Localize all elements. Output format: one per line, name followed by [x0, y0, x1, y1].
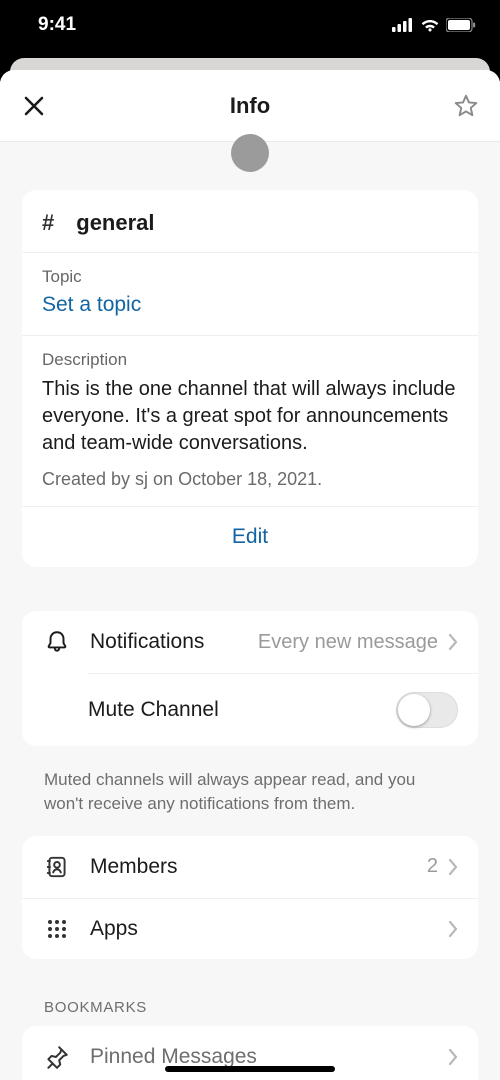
members-icon: [42, 854, 72, 880]
members-count: 2: [427, 855, 438, 878]
home-indicator[interactable]: [165, 1066, 335, 1072]
topic-label: Topic: [42, 267, 458, 287]
star-icon: [453, 93, 479, 119]
members-row[interactable]: Members 2: [22, 836, 478, 898]
touch-indicator: [231, 134, 269, 172]
sheet-header: Info: [0, 70, 500, 142]
notifications-row[interactable]: Notifications Every new message: [22, 611, 478, 673]
mute-label: Mute Channel: [88, 698, 219, 722]
edit-row[interactable]: Edit: [22, 507, 478, 567]
channel-name: general: [76, 210, 154, 236]
cellular-icon: [392, 18, 414, 32]
status-time: 9:41: [38, 14, 76, 36]
apps-label: Apps: [90, 917, 138, 941]
chevron-right-icon: [448, 633, 458, 651]
chevron-right-icon: [448, 920, 458, 938]
channel-name-row[interactable]: # general: [22, 190, 478, 253]
close-button[interactable]: [18, 90, 50, 122]
status-indicators: [392, 18, 476, 32]
set-topic-link[interactable]: Set a topic: [42, 293, 458, 317]
pin-icon: [42, 1044, 72, 1070]
content-area: # general Topic Set a topic Description …: [0, 142, 500, 1080]
notifications-value: Every new message: [258, 631, 438, 654]
description-text: This is the one channel that will always…: [42, 376, 458, 457]
muted-help-text: Muted channels will always appear read, …: [22, 758, 478, 836]
description-block: Description This is the one channel that…: [22, 336, 478, 507]
chevron-right-icon: [448, 1048, 458, 1066]
star-button[interactable]: [450, 90, 482, 122]
toggle-knob: [398, 694, 430, 726]
members-label: Members: [90, 855, 178, 879]
channel-card: # general Topic Set a topic Description …: [22, 190, 478, 567]
pinned-label: Pinned Messages: [90, 1045, 257, 1069]
mute-toggle[interactable]: [396, 692, 458, 728]
apps-row[interactable]: Apps: [22, 898, 478, 959]
apps-icon: [42, 917, 72, 941]
chevron-right-icon: [448, 858, 458, 876]
wifi-icon: [420, 18, 440, 32]
topic-block[interactable]: Topic Set a topic: [22, 253, 478, 336]
notifications-label: Notifications: [90, 630, 204, 654]
bell-icon: [42, 629, 72, 655]
battery-icon: [446, 18, 476, 32]
page-title: Info: [230, 93, 270, 119]
close-icon: [22, 94, 46, 118]
bookmarks-section-title: BOOKMARKS: [22, 971, 478, 1026]
hash-icon: #: [42, 210, 54, 236]
mute-channel-row: Mute Channel: [88, 673, 478, 746]
description-label: Description: [42, 350, 458, 370]
info-sheet: Info # general Topic Set a topic Descrip…: [0, 70, 500, 1080]
edit-link[interactable]: Edit: [232, 525, 268, 548]
members-apps-card: Members 2 Apps: [22, 836, 478, 959]
created-text: Created by sj on October 18, 2021.: [42, 469, 458, 490]
notifications-card: Notifications Every new message Mute Cha…: [22, 611, 478, 746]
status-bar: 9:41: [0, 0, 500, 50]
